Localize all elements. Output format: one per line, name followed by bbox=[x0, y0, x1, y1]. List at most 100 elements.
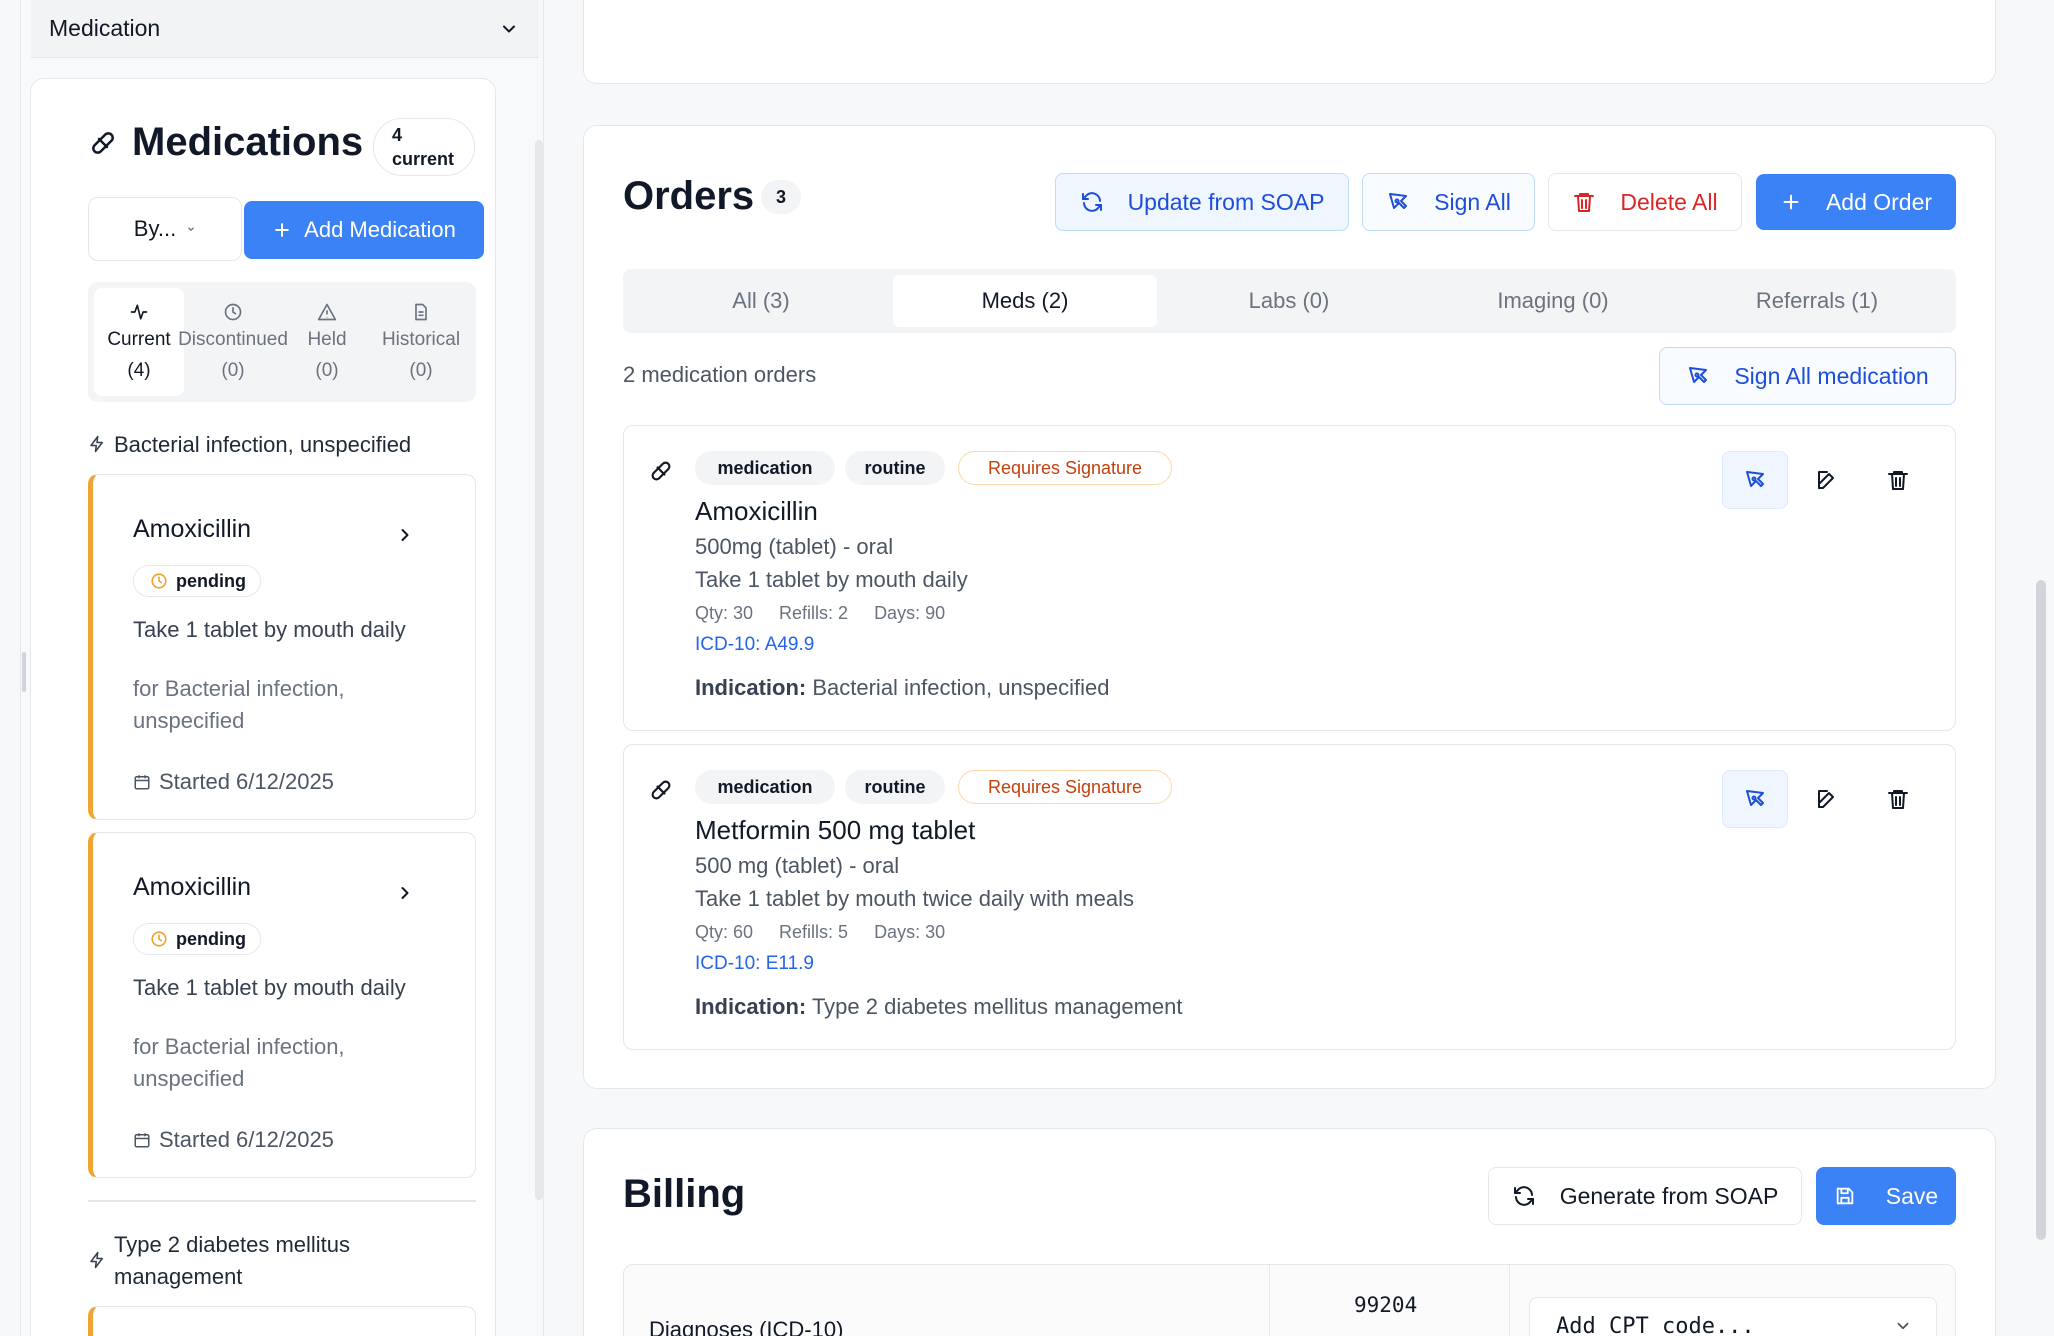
order-icd-code[interactable]: ICD-10: E11.9 bbox=[695, 953, 814, 975]
tab-imaging[interactable]: Imaging (0) bbox=[1421, 275, 1685, 327]
pen-tool-icon bbox=[1386, 190, 1410, 214]
calendar-icon bbox=[133, 773, 151, 791]
add-order-button[interactable]: Add Order bbox=[1756, 174, 1956, 230]
order-item: medication routine Requires Signature Am… bbox=[623, 425, 1956, 731]
refresh-icon bbox=[1080, 190, 1104, 214]
cpt-code-value: 99204 bbox=[1354, 1293, 1418, 1317]
tab-count: (0) bbox=[409, 360, 433, 381]
order-qty: Qty: 60 bbox=[695, 922, 754, 942]
start-date-text: Started 6/12/2025 bbox=[159, 769, 334, 794]
tab-label: Held bbox=[307, 329, 347, 350]
add-medication-button[interactable]: Add Medication bbox=[244, 201, 484, 259]
update-from-soap-label: Update from SOAP bbox=[1127, 188, 1325, 215]
tab-label: Discontinued bbox=[178, 329, 288, 350]
group-label-diabetes: Type 2 diabetes mellitus management bbox=[88, 1229, 388, 1293]
status-text: pending bbox=[176, 570, 246, 591]
medication-card[interactable] bbox=[88, 1306, 476, 1336]
order-item: medication routine Requires Signature Me… bbox=[623, 744, 1956, 1050]
generate-from-soap-button[interactable]: Generate from SOAP bbox=[1488, 1167, 1802, 1225]
medication-instructions: Take 1 tablet by mouth daily bbox=[133, 617, 406, 642]
main-scrollbar[interactable] bbox=[2036, 580, 2046, 1240]
sidebar-scrollbar[interactable] bbox=[535, 140, 543, 1200]
start-date-text: Started 6/12/2025 bbox=[159, 1127, 334, 1152]
tab-referrals[interactable]: Referrals (1) bbox=[1685, 275, 1949, 327]
document-icon bbox=[411, 302, 431, 324]
tab-label: Historical bbox=[381, 329, 461, 350]
sort-select[interactable]: By... bbox=[88, 197, 242, 261]
medication-status-tabs: Current (4) Discontinued (0) Held (0) Hi… bbox=[88, 282, 476, 402]
tab-label: Current bbox=[107, 329, 171, 350]
generate-from-soap-label: Generate from SOAP bbox=[1559, 1182, 1779, 1209]
order-instructions: Take 1 tablet by mouth daily bbox=[695, 567, 968, 592]
tab-count: (0) bbox=[315, 360, 339, 381]
medication-indication: for Bacterial infection, unspecified bbox=[133, 1034, 345, 1091]
chevron-down-icon bbox=[1894, 1317, 1912, 1335]
delete-order-button[interactable] bbox=[1865, 451, 1931, 509]
order-name: Metformin 500 mg tablet bbox=[695, 815, 976, 845]
tab-all[interactable]: All (3) bbox=[629, 275, 893, 327]
refresh-icon bbox=[1512, 1184, 1536, 1208]
chevron-right-icon[interactable] bbox=[395, 883, 415, 903]
group-label-bacterial: Bacterial infection, unspecified bbox=[88, 429, 411, 461]
add-medication-label: Add Medication bbox=[304, 217, 456, 242]
status-badge: pending bbox=[133, 565, 261, 597]
update-from-soap-button[interactable]: Update from SOAP bbox=[1055, 173, 1349, 231]
resize-handle[interactable] bbox=[22, 652, 26, 692]
delete-all-button[interactable]: Delete All bbox=[1548, 173, 1742, 231]
medications-header: Medications bbox=[88, 120, 363, 165]
order-dose: 500mg (tablet) - oral bbox=[695, 534, 894, 559]
edit-order-button[interactable] bbox=[1794, 451, 1860, 509]
tab-count: (0) bbox=[221, 360, 245, 381]
priority-tag: routine bbox=[845, 770, 945, 804]
type-tag: medication bbox=[695, 451, 835, 485]
chevron-down-icon bbox=[186, 224, 196, 234]
delete-all-label: Delete All bbox=[1620, 188, 1718, 215]
group-label-text: Bacterial infection, unspecified bbox=[114, 432, 412, 457]
group-label-text: Type 2 diabetes mellitus management bbox=[114, 1232, 351, 1289]
trash-icon bbox=[1886, 787, 1910, 811]
pill-icon bbox=[648, 777, 674, 803]
tab-current[interactable]: Current (4) bbox=[94, 288, 184, 396]
clock-icon bbox=[150, 572, 168, 590]
medication-card[interactable]: Amoxicillin pending Take 1 tablet by mou… bbox=[88, 832, 476, 1178]
tab-discontinued[interactable]: Discontinued (0) bbox=[178, 288, 288, 396]
billing-table: Diagnoses (ICD-10) 99204 Add CPT code... bbox=[623, 1264, 1956, 1336]
sign-all-button[interactable]: Sign All bbox=[1362, 173, 1535, 231]
type-tag: medication bbox=[695, 770, 835, 804]
trash-icon bbox=[1886, 468, 1910, 492]
tab-historical[interactable]: Historical (0) bbox=[376, 288, 466, 396]
save-button[interactable]: Save bbox=[1816, 1167, 1956, 1225]
sign-all-medication-button[interactable]: Sign All medication bbox=[1659, 347, 1956, 405]
medication-card[interactable]: Amoxicillin pending Take 1 tablet by mou… bbox=[88, 474, 476, 820]
lightning-icon bbox=[88, 435, 106, 453]
medication-indication: for Bacterial infection, unspecified bbox=[133, 676, 345, 733]
order-icd-code[interactable]: ICD-10: A49.9 bbox=[695, 634, 814, 656]
pill-icon bbox=[88, 128, 118, 158]
pen-tool-icon bbox=[1743, 787, 1767, 811]
delete-order-button[interactable] bbox=[1865, 770, 1931, 828]
sign-order-button[interactable] bbox=[1722, 451, 1788, 509]
medication-name: Amoxicillin bbox=[133, 515, 252, 543]
tab-held[interactable]: Held (0) bbox=[282, 288, 372, 396]
requires-signature-tag: Requires Signature bbox=[958, 451, 1172, 485]
order-name: Amoxicillin bbox=[695, 496, 818, 526]
medication-accordion-header[interactable]: Medication bbox=[31, 0, 539, 58]
clock-icon bbox=[223, 302, 243, 324]
orders-title: Orders bbox=[623, 174, 755, 218]
edit-icon bbox=[1815, 468, 1839, 492]
add-order-label: Add Order bbox=[1825, 188, 1933, 215]
chevron-right-icon[interactable] bbox=[395, 525, 415, 545]
order-filter-tabs: All (3) Meds (2) Labs (0) Imaging (0) Re… bbox=[623, 269, 1956, 333]
order-indication: Indication: Bacterial infection, unspeci… bbox=[695, 675, 1110, 701]
tab-meds[interactable]: Meds (2) bbox=[893, 275, 1157, 327]
pill-icon bbox=[648, 458, 674, 484]
add-cpt-code-select[interactable]: Add CPT code... bbox=[1529, 1297, 1937, 1336]
lightning-icon bbox=[88, 1251, 106, 1269]
medication-instructions: Take 1 tablet by mouth daily bbox=[133, 975, 406, 1000]
sign-order-button[interactable] bbox=[1722, 770, 1788, 828]
tab-labs[interactable]: Labs (0) bbox=[1157, 275, 1421, 327]
priority-tag: routine bbox=[845, 451, 945, 485]
edit-order-button[interactable] bbox=[1794, 770, 1860, 828]
sign-all-label: Sign All bbox=[1434, 188, 1511, 215]
trash-icon bbox=[1572, 190, 1596, 214]
